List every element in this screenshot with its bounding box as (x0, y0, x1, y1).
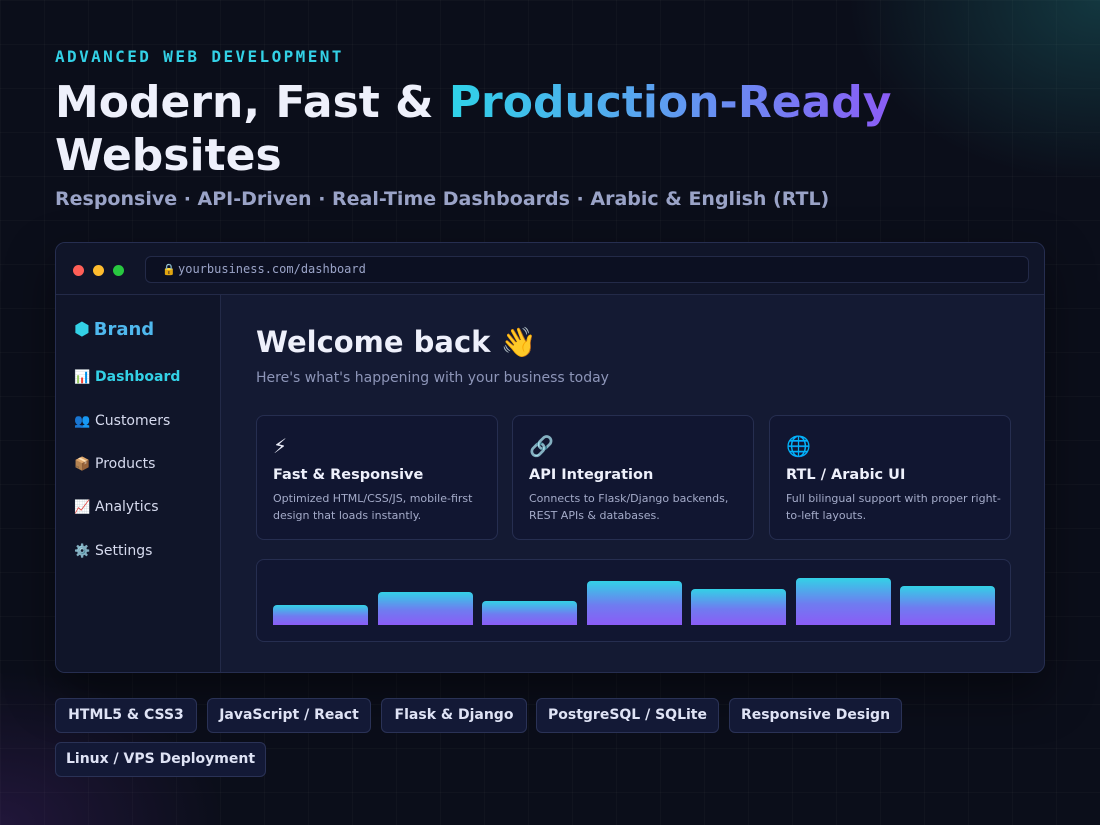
address-bar[interactable]: 🔒 yourbusiness.com/dashboard (145, 256, 1029, 283)
sidebar-item-label: Analytics (95, 499, 159, 515)
chart-bar (691, 589, 786, 625)
card-description: Full bilingual support with proper right… (786, 492, 1001, 522)
browser-titlebar: 🔒 yourbusiness.com/dashboard (56, 243, 1044, 295)
tech-tag: Linux / VPS Deployment (55, 742, 266, 777)
close-window-dot-icon[interactable] (73, 265, 84, 276)
trend-up-icon: 📈 (74, 500, 91, 515)
hero-subtitle: Responsive · API-Driven · Real-Time Dash… (55, 188, 830, 210)
page-headline: Modern, Fast & Production-Ready Websites (55, 76, 955, 182)
sidebar-item-label: Dashboard (95, 369, 181, 385)
lock-icon: 🔒 (162, 263, 176, 276)
tech-tag: JavaScript / React (207, 698, 371, 733)
sidebar-item-settings[interactable]: ⚙️ Settings (74, 543, 152, 559)
brand-name: Brand (93, 319, 155, 340)
dashboard-main: Welcome back 👋 Here's what's happening w… (221, 295, 1044, 672)
sidebar-item-customers[interactable]: 👥 Customers (74, 413, 170, 429)
tech-tag: PostgreSQL / SQLite (536, 698, 719, 733)
sidebar-item-products[interactable]: 📦 Products (74, 456, 155, 472)
card-title: RTL / Arabic UI (786, 467, 906, 483)
sidebar-item-label: Customers (95, 413, 171, 429)
headline-part-2: Websites (55, 130, 282, 181)
feature-card-api: 🔗 API Integration Connects to Flask/Djan… (512, 415, 754, 540)
sidebar: ⬢ Brand 📊 Dashboard 👥 Customers 📦 Products 📈… (56, 295, 221, 672)
card-description: Connects to Flask/Django backends, REST … (529, 492, 729, 522)
maximize-window-dot-icon[interactable] (113, 265, 124, 276)
lightning-icon: ⚡ (273, 434, 288, 458)
gear-icon: ⚙️ (74, 544, 91, 559)
chart-bar (377, 592, 473, 625)
sidebar-item-analytics[interactable]: 📈 Analytics (74, 499, 159, 515)
sidebar-item-label: Products (95, 456, 156, 472)
tech-tag: Responsive Design (729, 698, 902, 733)
url-text: yourbusiness.com/dashboard (178, 262, 366, 276)
globe-icon: 🌐 (786, 434, 811, 458)
chart-bar (795, 578, 891, 625)
welcome-subtext: Here's what's happening with your busine… (256, 370, 609, 386)
brand-logo[interactable]: ⬢ Brand (74, 319, 154, 340)
chart-bar (900, 586, 995, 625)
minimize-window-dot-icon[interactable] (93, 265, 104, 276)
tech-tag: Flask & Django (381, 698, 527, 733)
card-description: Optimized HTML/CSS/JS, mobile-first desi… (273, 492, 473, 522)
welcome-heading: Welcome back 👋 (256, 325, 537, 359)
tech-tag: HTML5 & CSS3 (55, 698, 197, 733)
eyebrow-label: ADVANCED WEB DEVELOPMENT (55, 47, 344, 66)
chart-bar (482, 601, 577, 625)
revenue-bar-chart (256, 559, 1011, 642)
headline-part-1: Modern, Fast & (55, 77, 449, 128)
package-icon: 📦 (74, 457, 91, 472)
link-icon: 🔗 (529, 434, 554, 458)
card-title: Fast & Responsive (273, 467, 424, 483)
bar-chart-icon: 📊 (74, 370, 91, 385)
hexagon-icon: ⬢ (74, 319, 90, 340)
sidebar-item-label: Settings (95, 543, 153, 559)
headline-highlight: Production-Ready (448, 77, 892, 128)
feature-card-fast: ⚡ Fast & Responsive Optimized HTML/CSS/J… (256, 415, 498, 540)
browser-window: 🔒 yourbusiness.com/dashboard ⬢ Brand 📊 Dash… (55, 242, 1045, 673)
card-title: API Integration (529, 467, 654, 483)
sidebar-item-dashboard[interactable]: 📊 Dashboard (74, 369, 180, 385)
chart-bar (273, 605, 368, 625)
users-icon: 👥 (74, 414, 91, 429)
feature-card-rtl: 🌐 RTL / Arabic UI Full bilingual support… (769, 415, 1011, 540)
chart-bar (586, 581, 682, 625)
